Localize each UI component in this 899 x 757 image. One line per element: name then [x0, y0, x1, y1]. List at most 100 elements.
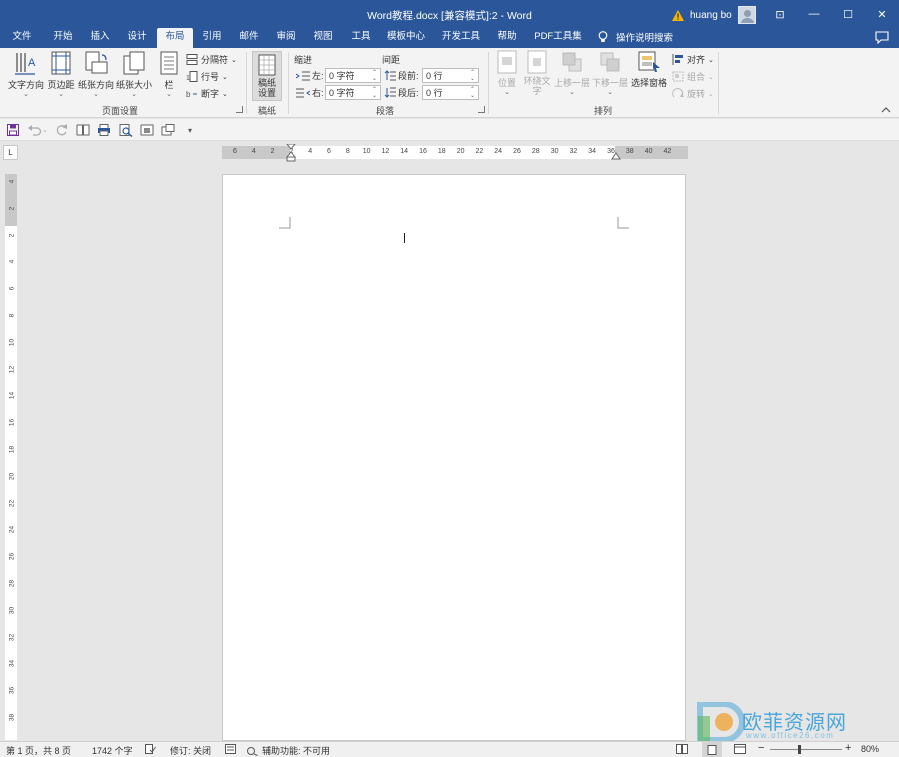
indent-marker-icon[interactable]: [286, 144, 296, 162]
zoom-slider-thumb[interactable]: [798, 745, 801, 754]
bring-forward-button[interactable]: 上移一层 ⌄: [553, 50, 591, 96]
print-preview-icon[interactable]: [119, 123, 133, 137]
spacing-after-text: 段后:: [398, 88, 419, 98]
redo-icon[interactable]: [55, 123, 69, 137]
maximize-button[interactable]: ☐: [831, 0, 865, 28]
watermark-url: www.office26.com: [746, 731, 835, 740]
ribbon-display-options-button[interactable]: ⊡: [763, 0, 797, 28]
spacing-after-icon: [384, 87, 396, 98]
user-area[interactable]: huang bo: [672, 6, 756, 24]
chevron-down-icon: ⌄: [222, 90, 228, 98]
manuscript-settings-button[interactable]: 稿纸 设置: [252, 51, 282, 101]
undo-dropdown-icon[interactable]: ⌄: [41, 123, 49, 137]
rotate-icon: [672, 88, 684, 98]
text-direction-button[interactable]: A 文字方向 ⌄: [6, 50, 46, 98]
tab-template-center[interactable]: 模板中心: [383, 28, 429, 48]
horizontal-ruler[interactable]: 6 4 2 2 4 6 8 10 12 14 16 18 20 22 24 26 28 30 32 34 36 38 40 4…: [222, 144, 688, 162]
vertical-ruler[interactable]: 4 2 2 4 6 8 10 12 14 16 18 20 22 24 26 28 30 32 34 36 38: [5, 174, 17, 740]
tab-insert[interactable]: 插入: [83, 28, 117, 48]
margin-corner-mark: [279, 217, 291, 229]
spinner-arrows-icon[interactable]: ⌃ ⌄: [470, 87, 475, 99]
rotate-button[interactable]: 旋转 ⌄: [672, 87, 714, 100]
ruler-tick-label: 28: [531, 148, 540, 155]
spacing-after-value: 0 行: [426, 88, 443, 98]
title-bar: Word教程.docx [兼容模式]:2 - Word huang bo ⊡ —…: [0, 0, 899, 28]
margins-button[interactable]: 页边距 ⌄: [44, 50, 78, 98]
document-page[interactable]: [222, 174, 686, 741]
print-layout-icon[interactable]: [702, 742, 722, 757]
read-mode-icon[interactable]: [676, 744, 688, 754]
proofing-status[interactable]: [145, 744, 156, 754]
zoom-level[interactable]: 80%: [861, 744, 879, 754]
spinner-arrows-icon[interactable]: ⌃ ⌄: [372, 70, 377, 82]
tell-me-search[interactable]: 操作说明搜索: [598, 30, 673, 44]
zoom-in-button[interactable]: +: [845, 742, 851, 754]
align-button[interactable]: 对齐 ⌄: [672, 53, 714, 66]
macro-status[interactable]: [225, 744, 236, 754]
print-icon[interactable]: [97, 123, 111, 137]
screenshot-icon[interactable]: [161, 123, 175, 137]
position-button[interactable]: 位置 ⌄: [494, 50, 520, 96]
spacing-after-input[interactable]: 0 行 ⌃ ⌄: [422, 85, 479, 100]
text-direction-label: 文字方向: [7, 80, 44, 90]
tab-selector-button[interactable]: L: [3, 145, 18, 160]
spacing-before-input[interactable]: 0 行 ⌃ ⌄: [422, 68, 479, 83]
book-view-icon[interactable]: [76, 123, 90, 137]
tab-developer[interactable]: 开发工具: [438, 28, 484, 48]
tab-view[interactable]: 视图: [306, 28, 340, 48]
avatar-icon[interactable]: [737, 6, 756, 24]
tab-mailings[interactable]: 邮件: [232, 28, 266, 48]
tab-layout[interactable]: 布局: [157, 28, 193, 48]
breaks-button[interactable]: 分隔符 ⌄: [186, 53, 237, 66]
accessibility-status[interactable]: 辅助功能: 不可用: [247, 744, 330, 757]
track-changes-status[interactable]: 修订: 关闭: [170, 744, 211, 757]
group-button[interactable]: 组合 ⌄: [672, 70, 714, 83]
group-label: 组合: [687, 72, 706, 82]
tell-me-label: 操作说明搜索: [616, 33, 674, 44]
ribbon-tabs: 文件 开始 插入 设计 布局 引用 邮件 审阅 视图 工具 模板中心 开发工具 …: [0, 28, 899, 48]
zoom-slider-track[interactable]: [770, 749, 842, 750]
zoom-out-button[interactable]: −: [758, 742, 764, 754]
orientation-button[interactable]: 纸张方向 ⌄: [77, 50, 115, 98]
ruler-tick-label: 18: [437, 148, 446, 155]
tab-tools[interactable]: 工具: [344, 28, 378, 48]
tab-design[interactable]: 设计: [120, 28, 154, 48]
arrange-group-label: 排列: [593, 106, 612, 116]
tab-references[interactable]: 引用: [195, 28, 229, 48]
customize-qat-icon[interactable]: ▾: [183, 123, 197, 137]
spinner-arrows-icon[interactable]: ⌃ ⌄: [470, 70, 475, 82]
close-button[interactable]: ✕: [865, 0, 899, 28]
indent-left-input[interactable]: 0 字符 ⌃ ⌄: [325, 68, 381, 83]
line-numbers-button[interactable]: 1 行号 ⌄: [186, 70, 228, 83]
page-count[interactable]: 第 1 页，共 8 页: [6, 744, 71, 757]
comments-icon[interactable]: [875, 31, 889, 44]
undo-icon[interactable]: [28, 123, 42, 137]
chevron-down-icon: ⌄: [504, 89, 510, 96]
tab-file[interactable]: 文件: [8, 28, 36, 48]
size-button[interactable]: 纸张大小 ⌄: [115, 50, 153, 98]
wrap-text-button[interactable]: 环绕文 字: [523, 50, 551, 96]
collapse-ribbon-icon[interactable]: [881, 106, 891, 113]
touch-mode-icon[interactable]: [140, 123, 154, 137]
page-setup-launcher-icon[interactable]: [236, 106, 243, 113]
ruler-tick-label: 4: [8, 260, 16, 264]
ruler-tick-label: 2: [270, 148, 275, 155]
columns-button[interactable]: 栏 ⌄: [158, 50, 180, 98]
right-indent-marker-icon[interactable]: [611, 151, 621, 160]
hyphenation-button[interactable]: b 断字 ⌄: [186, 87, 228, 100]
selection-pane-button[interactable]: 选择窗格: [630, 50, 668, 89]
spinner-arrows-icon[interactable]: ⌃ ⌄: [372, 87, 377, 99]
minimize-button[interactable]: —: [797, 0, 831, 28]
tab-help[interactable]: 帮助: [490, 28, 524, 48]
indent-right-input[interactable]: 0 字符 ⌃ ⌄: [325, 85, 381, 100]
save-icon[interactable]: [6, 123, 20, 137]
svg-text:b: b: [186, 90, 191, 99]
tab-home[interactable]: 开始: [46, 28, 80, 48]
tab-pdf-tools[interactable]: PDF工具集: [531, 28, 585, 48]
paragraph-launcher-icon[interactable]: [478, 106, 485, 113]
word-count[interactable]: 1742 个字: [92, 744, 133, 757]
web-layout-icon[interactable]: [734, 744, 746, 754]
ruler-tick-label: 34: [8, 660, 16, 668]
send-backward-button[interactable]: 下移一层 ⌄: [591, 50, 629, 96]
tab-review[interactable]: 审阅: [269, 28, 303, 48]
